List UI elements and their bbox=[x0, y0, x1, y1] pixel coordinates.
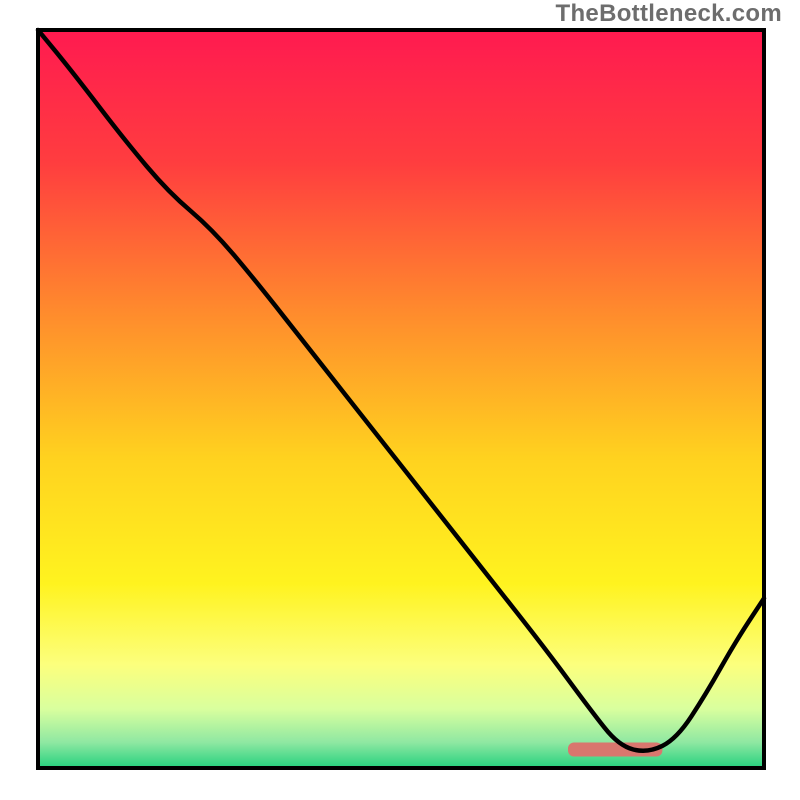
plot-background bbox=[38, 30, 764, 768]
chart-svg bbox=[0, 0, 800, 800]
chart-stage: TheBottleneck.com bbox=[0, 0, 800, 800]
watermark-text: TheBottleneck.com bbox=[556, 0, 782, 28]
